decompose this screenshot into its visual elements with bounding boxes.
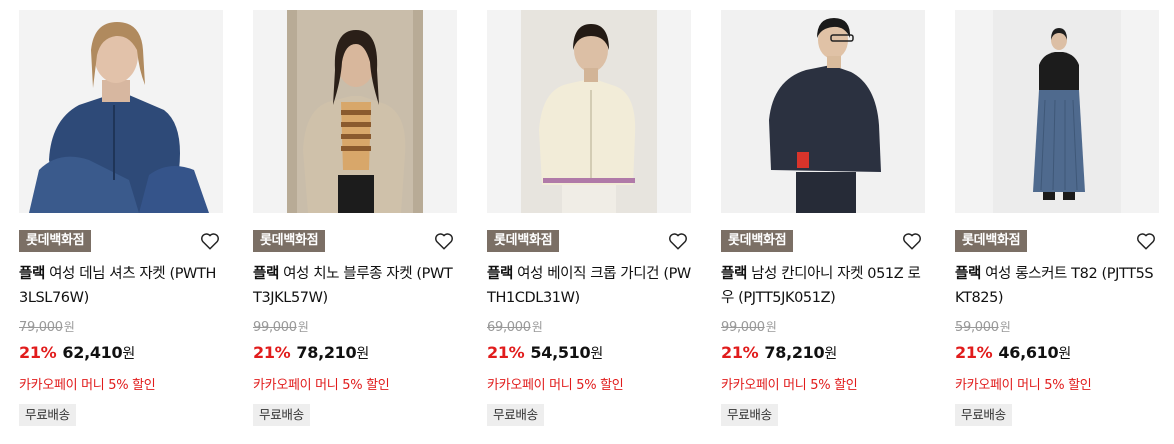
sale-price-row: 21% 54,510원 [487,343,603,363]
sale-price: 46,610 [998,343,1059,362]
original-price-value: 79,000 [19,320,63,335]
product-name: 여성 베이직 크롭 가디건 (PWTH1CDL31W) [487,266,691,306]
product-name: 여성 롱스커트 T82 (PJTT5SKT825) [955,266,1154,306]
original-price-value: 59,000 [955,320,999,335]
discount-rate: 21% [955,343,993,362]
store-row: 롯데백화점 [253,230,457,254]
sale-price-row: 21% 46,610원 [955,343,1071,363]
store-row: 롯데백화점 [721,230,925,254]
original-price: 99,000원 [721,318,777,335]
store-badge: 롯데백화점 [487,230,560,252]
free-shipping-badge: 무료배송 [19,404,76,426]
promo-text: 카카오페이 머니 5% 할인 [487,378,624,393]
brand-name: 플랙 [19,266,45,282]
original-price-value: 99,000 [253,320,297,335]
product-card[interactable]: 롯데백화점 플랙 여성 베이직 크롭 가디건 (PWTH1CDL31W) 69,… [487,10,691,440]
currency-label: 원 [531,320,543,334]
brand-name: 플랙 [253,266,279,282]
currency-label: 원 [122,346,135,362]
wishlist-heart-icon[interactable] [1135,230,1157,252]
brand-name: 플랙 [955,266,981,282]
product-title[interactable]: 플랙 남성 칸디아니 자켓 051Z 로우 (PJTT5JK051Z) [721,262,925,310]
product-title[interactable]: 플랙 여성 베이직 크롭 가디건 (PWTH1CDL31W) [487,262,691,310]
original-price: 79,000원 [19,318,75,335]
free-shipping-badge: 무료배송 [487,404,544,426]
currency-label: 원 [824,346,837,362]
promo-text: 카카오페이 머니 5% 할인 [955,378,1092,393]
sale-price-row: 21% 78,210원 [721,343,837,363]
sale-price-row: 21% 78,210원 [253,343,369,363]
wishlist-heart-icon[interactable] [199,230,221,252]
store-badge: 롯데백화점 [253,230,326,252]
original-price: 99,000원 [253,318,309,335]
discount-rate: 21% [19,343,57,362]
currency-label: 원 [356,346,369,362]
currency-label: 원 [999,320,1011,334]
product-image[interactable] [19,10,223,213]
sale-price: 78,210 [764,343,825,362]
free-shipping-badge: 무료배송 [721,404,778,426]
product-title[interactable]: 플랙 여성 치노 블루종 자켓 (PWTT3JKL57W) [253,262,457,310]
brand-name: 플랙 [721,266,747,282]
sale-price-row: 21% 62,410원 [19,343,135,363]
currency-label: 원 [63,320,75,334]
sale-price: 78,210 [296,343,357,362]
store-row: 롯데백화점 [487,230,691,254]
store-badge: 롯데백화점 [19,230,92,252]
product-image[interactable] [955,10,1159,213]
wishlist-heart-icon[interactable] [433,230,455,252]
free-shipping-badge: 무료배송 [253,404,310,426]
product-name: 남성 칸디아니 자켓 051Z 로우 (PJTT5JK051Z) [721,266,921,306]
promo-text: 카카오페이 머니 5% 할인 [19,378,156,393]
wishlist-heart-icon[interactable] [901,230,923,252]
product-name: 여성 치노 블루종 자켓 (PWTT3JKL57W) [253,266,453,306]
product-image[interactable] [253,10,457,213]
original-price: 69,000원 [487,318,543,335]
product-title[interactable]: 플랙 여성 데님 셔츠 자켓 (PWTH3LSL76W) [19,262,223,310]
currency-label: 원 [765,320,777,334]
discount-rate: 21% [487,343,525,362]
product-grid: 롯데백화점 플랙 여성 데님 셔츠 자켓 (PWTH3LSL76W) 79,00… [0,0,1174,444]
currency-label: 원 [1058,346,1071,362]
currency-label: 원 [297,320,309,334]
currency-label: 원 [590,346,603,362]
original-price-value: 69,000 [487,320,531,335]
brand-name: 플랙 [487,266,513,282]
store-badge: 롯데백화점 [721,230,794,252]
free-shipping-badge: 무료배송 [955,404,1012,426]
product-image[interactable] [487,10,691,213]
original-price-value: 99,000 [721,320,765,335]
product-card[interactable]: 롯데백화점 플랙 여성 롱스커트 T82 (PJTT5SKT825) 59,00… [955,10,1159,440]
product-title[interactable]: 플랙 여성 롱스커트 T82 (PJTT5SKT825) [955,262,1159,310]
original-price: 59,000원 [955,318,1011,335]
sale-price: 62,410 [62,343,123,362]
sale-price: 54,510 [530,343,591,362]
store-badge: 롯데백화점 [955,230,1028,252]
product-card[interactable]: 롯데백화점 플랙 여성 치노 블루종 자켓 (PWTT3JKL57W) 99,0… [253,10,457,440]
promo-text: 카카오페이 머니 5% 할인 [253,378,390,393]
store-row: 롯데백화점 [955,230,1159,254]
product-image[interactable] [721,10,925,213]
product-name: 여성 데님 셔츠 자켓 (PWTH3LSL76W) [19,266,216,306]
wishlist-heart-icon[interactable] [667,230,689,252]
store-row: 롯데백화점 [19,230,223,254]
discount-rate: 21% [721,343,759,362]
promo-text: 카카오페이 머니 5% 할인 [721,378,858,393]
discount-rate: 21% [253,343,291,362]
product-card[interactable]: 롯데백화점 플랙 여성 데님 셔츠 자켓 (PWTH3LSL76W) 79,00… [19,10,223,440]
product-card[interactable]: 롯데백화점 플랙 남성 칸디아니 자켓 051Z 로우 (PJTT5JK051Z… [721,10,925,440]
